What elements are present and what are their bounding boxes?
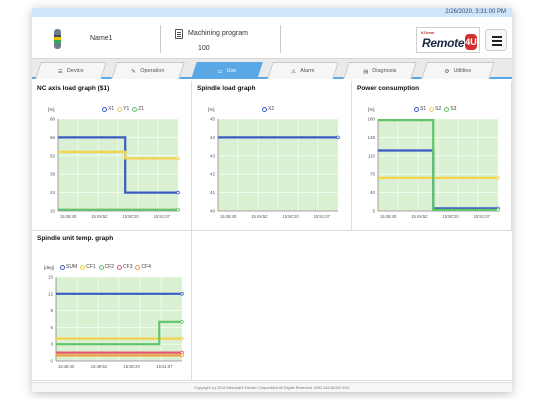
remote4u-logo: KOram Remote 4U — [416, 27, 480, 53]
y-tick-label: 9 — [50, 308, 53, 313]
x-tick-label: 15:51:07 — [154, 214, 171, 219]
series-end-point — [180, 320, 184, 324]
hamburger-icon-line — [492, 44, 502, 46]
y-tick-label: 52 — [50, 153, 56, 158]
y-tick-label: 15 — [48, 275, 54, 280]
y-tick-label: 3 — [50, 342, 53, 347]
header-divider — [280, 25, 281, 53]
logo-text: Remote — [422, 36, 465, 50]
nc-axis-chart: 80 66 52 38 24 10 15:48:40 15:49:52 15:50:20 15:5… — [50, 117, 180, 219]
x-tick-label: 15:49:52 — [91, 364, 108, 369]
x-tick-label: 15:51:07 — [474, 214, 491, 219]
y-tick-label: 180 — [367, 117, 375, 122]
x-tick-label: 15:49:52 — [251, 214, 268, 219]
y-tick-label: 44 — [210, 135, 216, 140]
tab-diagnosis[interactable]: ▤ Diagnosis — [343, 62, 417, 79]
logo-badge: 4U — [465, 34, 477, 50]
y-tick-label: 10 — [50, 209, 56, 214]
remote-app-window: 2/26/2020, 3:31:00 PM Name1 Machining pr… — [32, 8, 512, 392]
tab-operation[interactable]: ✎ Operation — [111, 62, 185, 79]
x-tick-label: 15:51:07 — [156, 364, 173, 369]
datetime-label: 2/26/2020, 3:31:00 PM — [445, 9, 506, 15]
y-tick-label: 5 — [372, 209, 375, 214]
tab-label: Use — [226, 68, 237, 74]
series-end-point — [180, 350, 184, 355]
warning-icon: ⚠ — [291, 68, 297, 75]
logo-small-text: KOram — [421, 30, 435, 35]
list-icon: ☰ — [57, 68, 63, 75]
x-tick-label: 15:48:40 — [60, 214, 77, 219]
series-end-point — [176, 190, 180, 195]
y-tick-label: 40 — [370, 190, 376, 195]
spindle-load-panel: Spindle load graph [%] X2 45 44 43 42 41 40 15… — [192, 81, 352, 231]
series-end-point — [496, 208, 500, 212]
y-tick-label: 41 — [210, 190, 216, 195]
y-tick-label: 145 — [367, 135, 375, 140]
document-icon: ▤ — [363, 68, 369, 75]
y-tick-label: 24 — [50, 190, 56, 195]
app-header: Name1 Machining program 100 KOram Remote… — [32, 17, 512, 59]
pencil-icon: ✎ — [131, 68, 136, 75]
x-tick-label: 15:50:20 — [124, 364, 141, 369]
hamburger-icon — [492, 36, 502, 38]
tab-alarm[interactable]: ⚠ Alarm — [267, 62, 339, 79]
y-tick-label: 42 — [210, 172, 216, 177]
machine-name: Name1 — [90, 35, 113, 42]
document-icon — [175, 29, 183, 39]
program-number: 100 — [198, 45, 210, 52]
y-tick-label: 40 — [210, 209, 216, 214]
y-tick-label: 0 — [50, 359, 53, 364]
spindle-load-chart: 45 44 43 42 41 40 15:48:40 15:49:52 15:50:20 15:5… — [210, 117, 340, 219]
status-bar: 2/26/2020, 3:31:00 PM — [32, 8, 512, 17]
tab-label: Diagnosis — [372, 68, 397, 74]
gear-icon: ⚙ — [444, 68, 450, 75]
tab-use[interactable]: ▭ Use — [191, 62, 263, 79]
spindle-temp-chart: 15 12 9 6 3 0 15:48:40 15:49:52 15:50:20 15:51:07 — [48, 275, 184, 369]
x-tick-label: 15:50:20 — [282, 214, 299, 219]
power-consumption-chart: 180 145 110 75 40 5 15:48:40 15:49:52 15:50:20 15… — [367, 117, 500, 219]
tab-label: Operation — [140, 68, 165, 74]
series-end-point — [180, 353, 184, 358]
x-tick-label: 15:48:40 — [220, 214, 237, 219]
series-end-point — [180, 291, 184, 296]
series-end-point — [176, 207, 180, 212]
x-tick-label: 15:49:52 — [91, 214, 108, 219]
main-tabs: ☰ Device ✎ Operation ▭ Use ⚠ Alarm ▤ Diagnosi… — [32, 59, 512, 79]
x-tick-label: 15:48:40 — [380, 214, 397, 219]
x-tick-label: 15:50:20 — [122, 214, 139, 219]
y-tick-label: 80 — [50, 117, 56, 122]
tab-label: Alarm — [300, 68, 315, 74]
series-end-point — [176, 156, 180, 161]
series-end-point — [336, 135, 340, 140]
y-tick-label: 6 — [50, 325, 53, 330]
empty-panel — [192, 231, 512, 381]
machine-status-icon — [54, 29, 61, 49]
hamburger-icon-line — [492, 40, 502, 42]
y-tick-label: 45 — [210, 117, 216, 122]
tab-device[interactable]: ☰ Device — [35, 62, 107, 79]
x-tick-label: 15:50:20 — [442, 214, 459, 219]
hamburger-menu-button[interactable] — [485, 29, 507, 51]
series-end-point — [496, 176, 500, 180]
y-tick-label: 43 — [210, 153, 216, 158]
spindle-temp-panel: Spindle unit temp. graph [deg] SUM CF1 C… — [32, 231, 192, 381]
nc-axis-panel: NC axis load graph ($1) [%] X1 Y1 Z1 80 6… — [32, 81, 192, 231]
power-consumption-panel: Power consumption [%] S1 S2 S3 180 145 110… — [352, 81, 512, 231]
x-tick-label: 15:49:52 — [411, 214, 428, 219]
y-tick-label: 66 — [50, 135, 56, 140]
header-divider — [160, 25, 161, 53]
y-tick-label: 75 — [370, 172, 376, 177]
y-tick-label: 38 — [50, 172, 56, 177]
tab-utilities[interactable]: ⚙ Utilities — [421, 62, 495, 79]
tab-label: Device — [66, 68, 84, 74]
program-title: Machining program — [188, 30, 248, 37]
tab-label: Utilities — [453, 68, 472, 74]
x-tick-label: 15:51:07 — [314, 214, 331, 219]
series-end-point — [180, 336, 184, 341]
monitor-icon: ▭ — [217, 68, 223, 75]
y-tick-label: 110 — [368, 153, 376, 158]
y-tick-label: 12 — [48, 291, 54, 296]
x-tick-label: 15:48:40 — [58, 364, 75, 369]
copyright-footer: Copyright (c) 2018 Mitsubishi Electric C… — [32, 382, 512, 392]
